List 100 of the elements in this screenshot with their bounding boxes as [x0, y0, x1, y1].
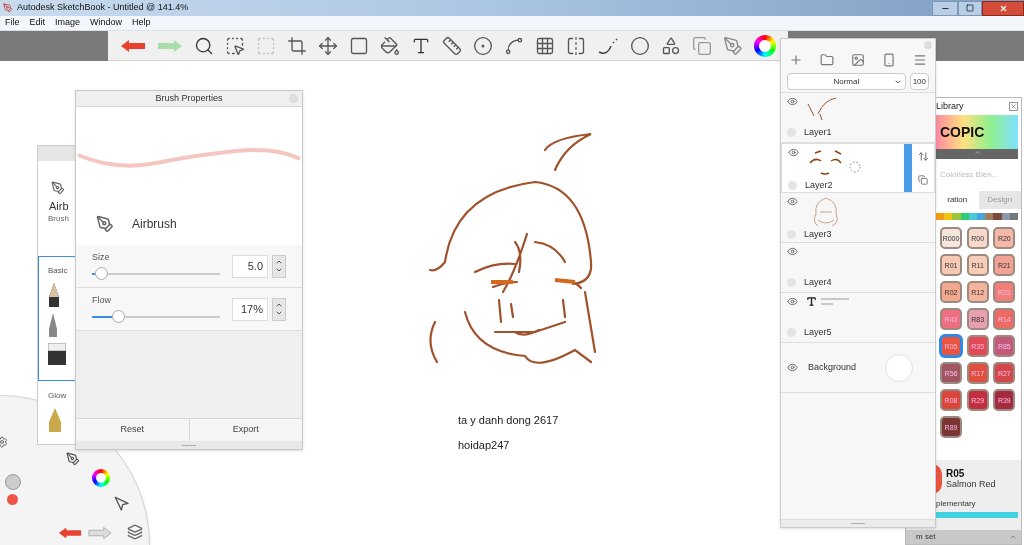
- undo-arrow-icon[interactable]: [120, 38, 146, 53]
- canvas-text: ta y danh dong 2617: [458, 413, 559, 428]
- pens-icon[interactable]: [723, 35, 743, 56]
- shapes-icon[interactable]: [661, 35, 681, 56]
- layer-name: Layer4: [804, 275, 832, 289]
- panel-title: Brush Properties: [155, 91, 223, 105]
- stepper[interactable]: [272, 297, 286, 321]
- app-icon: [3, 3, 13, 13]
- visibility-eye-icon[interactable]: [787, 246, 798, 257]
- brush-size-icon[interactable]: [5, 474, 21, 490]
- selection-icon[interactable]: [225, 35, 245, 56]
- slider[interactable]: [92, 310, 220, 324]
- copy-icon[interactable]: [692, 35, 712, 56]
- menu-item[interactable]: File: [5, 16, 20, 30]
- window-title: Autodesk SketchBook - Untitled @ 141.4%: [17, 1, 189, 15]
- close-icon[interactable]: [1009, 102, 1018, 111]
- visibility-eye-icon[interactable]: [787, 96, 798, 107]
- search-icon[interactable]: [194, 35, 214, 56]
- layer-thumbnail: [821, 297, 851, 307]
- layer-row[interactable]: Layer3: [781, 193, 935, 243]
- value-field[interactable]: 17%: [232, 297, 268, 321]
- color-wheel-icon[interactable]: [92, 469, 110, 487]
- brush-set[interactable]: Glow: [38, 381, 76, 441]
- slider-label: Flow: [92, 293, 112, 307]
- ellipse-guide-icon[interactable]: [473, 35, 493, 56]
- layer-name: Layer2: [805, 179, 833, 192]
- ruler-icon[interactable]: [442, 35, 462, 56]
- circle-icon[interactable]: [630, 35, 650, 56]
- symmetry-icon[interactable]: [566, 35, 586, 56]
- paint-bucket-icon[interactable]: [380, 35, 400, 56]
- pencil-icon[interactable]: [48, 283, 60, 307]
- eraser-icon[interactable]: [48, 343, 66, 365]
- layer-name: Background: [808, 360, 857, 374]
- section-label: plementary: [936, 498, 977, 510]
- blend-mode-dropdown[interactable]: Normal: [787, 73, 906, 90]
- layer-name: Layer5: [804, 325, 832, 339]
- menu-icon[interactable]: [913, 53, 927, 67]
- up-caret-icon[interactable]: [275, 301, 283, 309]
- opacity-field[interactable]: 100: [909, 73, 929, 90]
- brush-title: Airb: [49, 199, 69, 213]
- layers-icon[interactable]: [127, 524, 143, 540]
- airbrush-icon: [51, 179, 65, 197]
- panel-title: Library: [936, 99, 964, 113]
- menu-item[interactable]: Help: [132, 16, 151, 30]
- background-color-swatch[interactable]: [885, 353, 913, 382]
- perspective-grid-icon[interactable]: [535, 35, 555, 56]
- image-icon[interactable]: [851, 53, 865, 67]
- layer-row[interactable]: Layer4: [781, 243, 935, 293]
- device-icon[interactable]: [882, 53, 896, 67]
- folder-icon[interactable]: [820, 53, 834, 67]
- add-layer-icon[interactable]: [789, 53, 803, 67]
- visibility-eye-icon[interactable]: [787, 196, 798, 207]
- brush-icon[interactable]: [66, 451, 80, 467]
- close-icon: [998, 3, 1008, 13]
- reorder-icon[interactable]: [917, 150, 929, 162]
- undo-arrow-icon[interactable]: [58, 526, 82, 540]
- pen-nib-icon[interactable]: [48, 313, 58, 337]
- layer-name: Layer3: [804, 228, 832, 241]
- menu-item[interactable]: Window: [90, 16, 123, 30]
- visibility-eye-icon[interactable]: [787, 362, 798, 373]
- close-button[interactable]: [982, 0, 1024, 16]
- restore-icon: [966, 4, 974, 12]
- expand-icon[interactable]: [1009, 533, 1017, 541]
- color-code: R05: [946, 468, 966, 479]
- panel-button[interactable]: Export: [189, 419, 302, 441]
- glow-brush-icon[interactable]: [48, 408, 62, 432]
- restore-button[interactable]: [958, 0, 982, 16]
- distort-square-icon[interactable]: [349, 35, 369, 56]
- set-label: m set: [916, 531, 936, 543]
- visibility-eye-icon[interactable]: [788, 147, 799, 158]
- color-family-strip[interactable]: [936, 213, 1018, 220]
- layer-radio[interactable]: [788, 181, 797, 191]
- menu-item[interactable]: Edit: [29, 16, 46, 30]
- crop-icon[interactable]: [287, 35, 307, 56]
- layer-row[interactable]: Layer2: [781, 143, 935, 193]
- stepper[interactable]: [272, 254, 286, 278]
- color-wheel-icon[interactable]: [754, 34, 776, 57]
- down-caret-icon[interactable]: [275, 266, 283, 274]
- airbrush-icon: [96, 213, 114, 235]
- duplicate-icon[interactable]: [918, 175, 928, 186]
- canvas-text: hoidap247: [458, 437, 511, 453]
- color-name-header: Colorless Blen...: [940, 169, 999, 181]
- panel-header: [38, 146, 76, 161]
- curve-icon[interactable]: [504, 35, 524, 56]
- menu-item[interactable]: Image: [55, 16, 81, 30]
- layer-row[interactable]: Background: [781, 343, 935, 393]
- copic-logo-banner: COPIC: [936, 115, 1018, 149]
- layer-row[interactable]: Layer5: [781, 293, 935, 343]
- down-caret-icon[interactable]: [275, 309, 283, 317]
- slider-label: Size: [92, 250, 111, 264]
- value-field[interactable]: 5.0: [232, 254, 268, 278]
- brush-subtitle: Brush: [48, 213, 69, 225]
- layer-name: Layer1: [804, 125, 832, 139]
- up-caret-icon[interactable]: [275, 258, 283, 266]
- text-layer-icon: [806, 296, 817, 307]
- move-icon[interactable]: [318, 35, 338, 56]
- dotted-curve-icon[interactable]: [597, 35, 619, 56]
- slider[interactable]: [92, 267, 220, 281]
- cursor-arrow-icon[interactable]: [114, 496, 130, 512]
- visibility-eye-icon[interactable]: [787, 296, 798, 307]
